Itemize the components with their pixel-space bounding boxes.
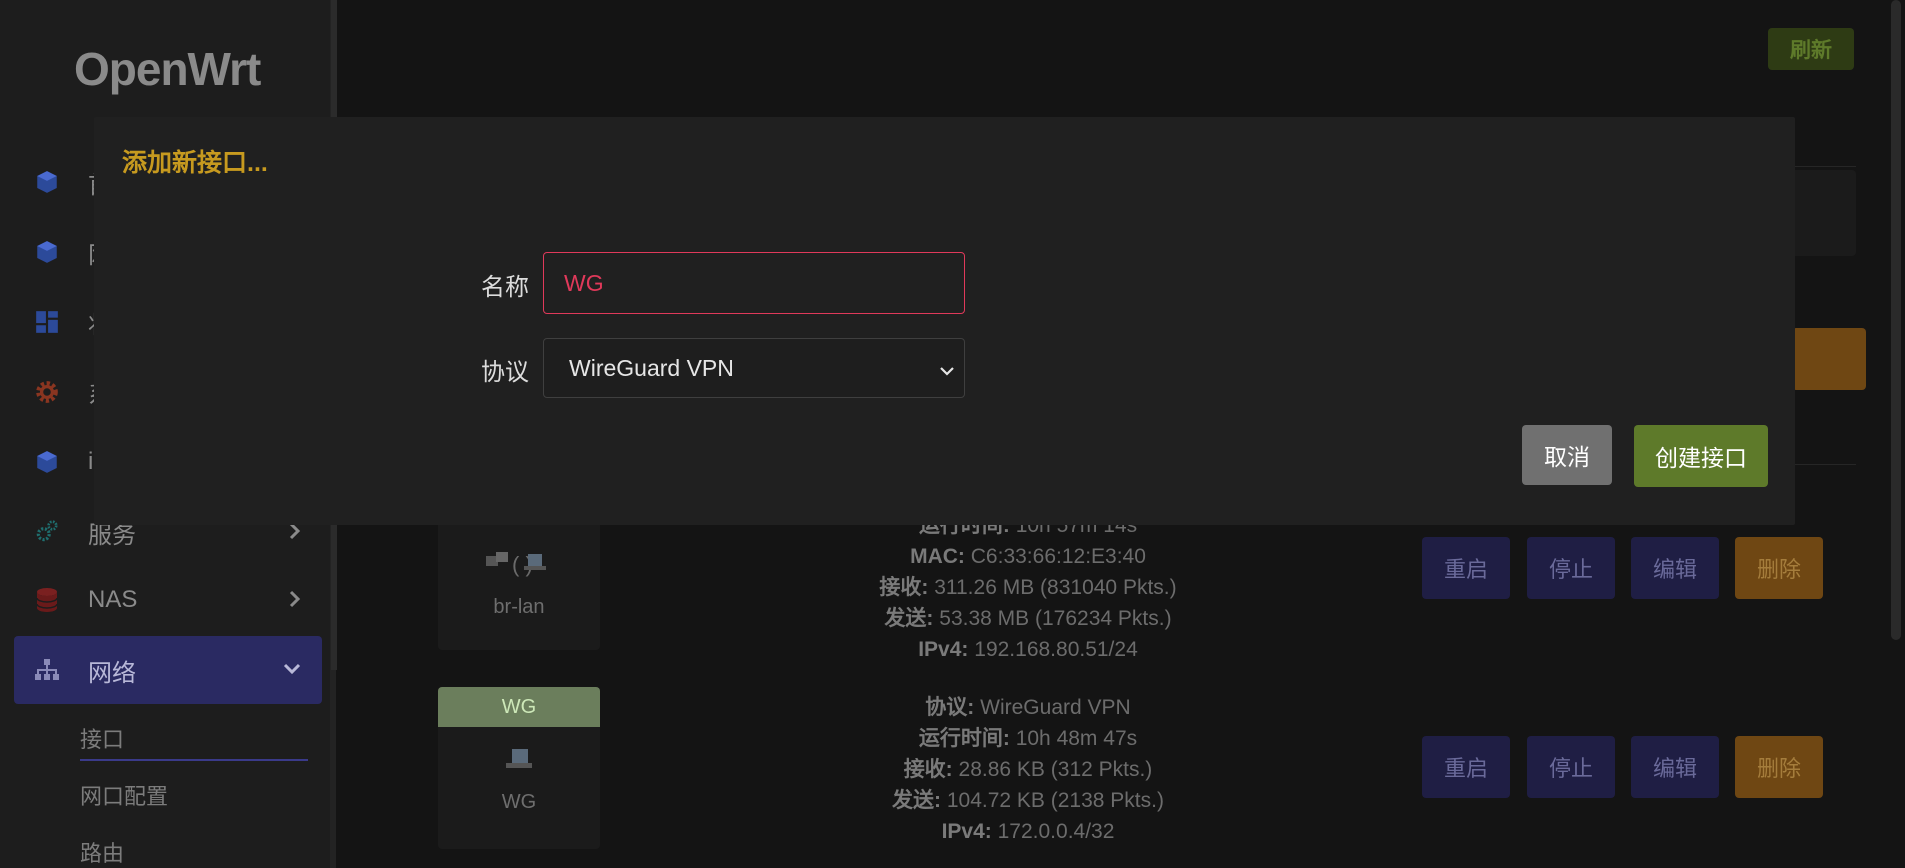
interface-name: WG [501, 791, 537, 813]
info-row: 接收: 28.86 KB (312 Pkts.) [903, 758, 1153, 781]
protocol-label: 协议 [481, 359, 529, 386]
protocol-select-value: WireGuard VPN [569, 354, 734, 381]
protocol-select[interactable]: WireGuard VPN [543, 338, 965, 398]
sitemap-icon [32, 655, 62, 685]
gear-icon [32, 377, 62, 407]
stop-button[interactable]: 停止 [1527, 736, 1615, 798]
sidebar-item-label: 网络 [88, 659, 136, 687]
sidebar-subitem-interfaces[interactable]: 接口 [80, 722, 124, 754]
sidebar-item-network[interactable]: 网络 [14, 636, 322, 704]
info-row: 协议: WireGuard VPN [925, 696, 1131, 719]
info-row: 运行时间: 10h 48m 47s [918, 727, 1138, 750]
interface-header: WG [438, 687, 600, 727]
info-row: MAC: C6:33:66:12:E3:40 [910, 545, 1146, 568]
info-row: 发送: 104.72 KB (2138 Pkts.) [892, 789, 1164, 812]
network-ports-icon: ( ) [438, 550, 600, 584]
active-underline [80, 759, 308, 761]
edit-button[interactable]: 编辑 [1631, 537, 1719, 599]
chevron-right-icon [288, 588, 302, 616]
cube-icon [32, 447, 62, 477]
delete-button[interactable] [1792, 328, 1866, 390]
database-icon [32, 585, 62, 615]
modal-title: 添加新接口... [122, 149, 268, 177]
interface-card-wg[interactable]: WG WG [438, 687, 600, 849]
sidebar-subitem-port-config[interactable]: 网口配置 [80, 779, 168, 811]
info-row: IPv4: 192.168.80.51/24 [918, 638, 1138, 661]
create-interface-button[interactable]: 创建接口 [1634, 425, 1768, 487]
interface-info-wg: 协议: WireGuard VPN 运行时间: 10h 48m 47s 接收: … [748, 692, 1308, 847]
info-row: 发送: 53.38 MB (176234 Pkts.) [884, 607, 1172, 630]
edit-button[interactable]: 编辑 [1631, 736, 1719, 798]
network-port-icon [438, 747, 600, 779]
cancel-button[interactable]: 取消 [1522, 425, 1612, 485]
cube-icon [32, 167, 62, 197]
info-row: IPv4: 172.0.0.4/32 [941, 820, 1115, 843]
interface-card-br-lan[interactable]: ( ) br-lan [438, 506, 600, 650]
restart-button[interactable]: 重启 [1422, 537, 1510, 599]
logo: OpenWrt [74, 43, 261, 95]
cogs-icon [32, 517, 62, 547]
sidebar-item-label: NAS [88, 586, 138, 613]
chevron-down-icon [282, 658, 302, 686]
page-scrollbar[interactable] [1891, 0, 1901, 640]
refresh-button[interactable]: 刷新 [1768, 28, 1854, 70]
add-interface-modal: 添加新接口... 名称 协议 WireGuard VPN 取消 创建接口 [94, 117, 1795, 525]
restart-button[interactable]: 重启 [1422, 736, 1510, 798]
cube-icon [32, 237, 62, 267]
interface-info-br-lan: 运行时间: 10h 57m 14s MAC: C6:33:66:12:E3:40… [748, 510, 1308, 665]
sidebar-item-nas[interactable]: NAS [14, 566, 322, 634]
delete-button[interactable]: 删除 [1735, 736, 1823, 798]
info-row: 接收: 311.26 MB (831040 Pkts.) [879, 576, 1177, 599]
delete-button[interactable]: 删除 [1735, 537, 1823, 599]
stop-button[interactable]: 停止 [1527, 537, 1615, 599]
chevron-down-icon [938, 359, 956, 386]
sidebar-subitem-routes[interactable]: 路由 [80, 836, 124, 868]
name-input[interactable] [543, 252, 965, 314]
interface-name: br-lan [493, 596, 545, 618]
dashboard-icon [32, 307, 62, 337]
name-label: 名称 [481, 274, 529, 301]
